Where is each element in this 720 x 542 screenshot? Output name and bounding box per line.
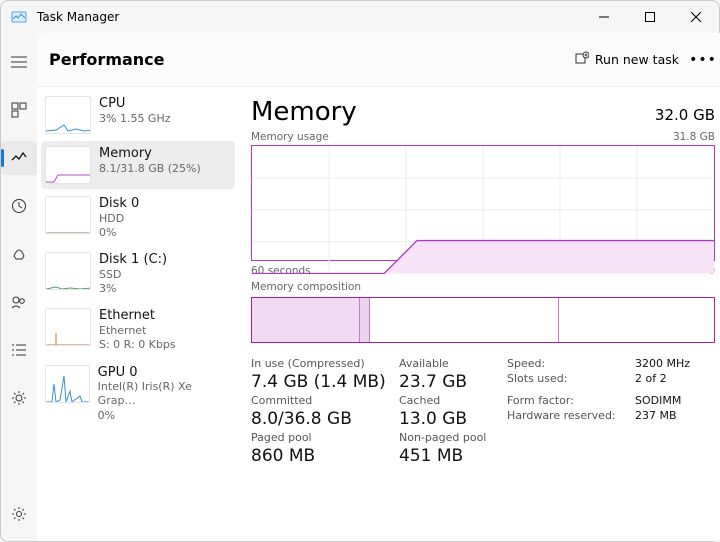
available-label: Available: [399, 357, 499, 370]
speed-label: Speed:: [507, 357, 627, 370]
memory-stats: In use (Compressed) Available Speed: 320…: [251, 357, 715, 466]
cached-value: 13.0 GB: [399, 409, 499, 429]
perf-item-name: Memory: [99, 146, 201, 162]
perf-item-memory[interactable]: Memory8.1/31.8 GB (25%): [41, 141, 235, 189]
run-new-task-button[interactable]: Run new task: [567, 47, 687, 72]
composition-label: Memory composition: [251, 281, 361, 293]
run-new-task-label: Run new task: [595, 52, 679, 67]
perf-item-name: GPU 0: [98, 365, 229, 381]
perf-item-sub2: 0%: [98, 409, 229, 423]
performance-list: CPU3% 1.55 GHz Memory8.1/31.8 GB (25%) D…: [37, 87, 237, 541]
nav-app-history[interactable]: [1, 189, 37, 223]
perf-item-sub: Intel(R) Iris(R) Xe Grap…: [98, 380, 229, 409]
committed-label: Committed: [251, 394, 391, 407]
usage-max-label: 31.8 GB: [673, 131, 715, 143]
comp-modified: [360, 298, 370, 342]
perf-item-sub: 8.1/31.8 GB (25%): [99, 162, 201, 176]
perf-item-sub: HDD: [99, 212, 139, 226]
in-use-label: In use (Compressed): [251, 357, 391, 370]
perf-item-sub2: S: 0 R: 0 Kbps: [99, 338, 176, 352]
disk-thumb: [45, 196, 91, 234]
nav-rail: [1, 33, 37, 541]
hw-reserved-value: 237 MB: [635, 409, 715, 429]
titlebar: Task Manager: [1, 1, 719, 33]
nav-menu-button[interactable]: [1, 45, 37, 79]
app-icon: [11, 9, 27, 25]
nav-processes[interactable]: [1, 93, 37, 127]
comp-free: [559, 298, 714, 342]
cpu-thumb: [45, 96, 91, 134]
perf-item-gpu0[interactable]: GPU 0Intel(R) Iris(R) Xe Grap…0%: [41, 360, 235, 428]
more-options-button[interactable]: •••: [687, 48, 719, 72]
nav-startup-apps[interactable]: [1, 237, 37, 271]
slots-value: 2 of 2: [635, 372, 715, 392]
perf-item-name: CPU: [99, 96, 171, 112]
speed-value: 3200 MHz: [635, 357, 715, 370]
detail-title: Memory: [251, 97, 357, 127]
minimize-button[interactable]: [581, 1, 627, 33]
hw-reserved-label: Hardware reserved:: [507, 409, 627, 429]
run-new-task-icon: [575, 51, 589, 68]
perf-item-ethernet[interactable]: EthernetEthernetS: 0 R: 0 Kbps: [41, 303, 235, 357]
perf-item-name: Disk 0: [99, 196, 139, 212]
available-value: 23.7 GB: [399, 372, 499, 392]
perf-item-sub: SSD: [99, 268, 167, 282]
comp-standby: [370, 298, 559, 342]
maximize-button[interactable]: [627, 1, 673, 33]
committed-value: 8.0/36.8 GB: [251, 409, 391, 429]
paged-label: Paged pool: [251, 431, 391, 444]
form-label: Form factor:: [507, 394, 627, 407]
memory-composition-chart: [251, 297, 715, 343]
detail-total: 32.0 GB: [655, 106, 715, 124]
memory-usage-chart: [251, 145, 715, 261]
in-use-value: 7.4 GB (1.4 MB): [251, 372, 391, 392]
perf-item-sub2: 3%: [99, 282, 167, 296]
nav-details[interactable]: [1, 333, 37, 367]
nav-settings[interactable]: [1, 497, 37, 531]
page-title: Performance: [49, 50, 165, 69]
perf-item-sub: 3% 1.55 GHz: [99, 112, 171, 126]
nav-users[interactable]: [1, 285, 37, 319]
perf-item-disk1[interactable]: Disk 1 (C:)SSD3%: [41, 247, 235, 301]
perf-item-cpu[interactable]: CPU3% 1.55 GHz: [41, 91, 235, 139]
perf-item-name: Disk 1 (C:): [99, 252, 167, 268]
paged-value: 860 MB: [251, 446, 391, 466]
nonpaged-value: 451 MB: [399, 446, 499, 466]
close-button[interactable]: [673, 1, 719, 33]
perf-item-sub2: 0%: [99, 226, 139, 240]
comp-in-use: [252, 298, 360, 342]
memory-detail-pane: Memory 32.0 GB Memory usage 31.8 GB: [237, 87, 720, 541]
nav-performance[interactable]: [1, 141, 37, 175]
page-header: Performance Run new task •••: [37, 33, 720, 86]
nonpaged-label: Non-paged pool: [399, 431, 499, 444]
perf-item-name: Ethernet: [99, 308, 176, 324]
gpu-thumb: [45, 365, 90, 403]
nav-services[interactable]: [1, 381, 37, 415]
memory-thumb: [45, 146, 91, 184]
usage-label: Memory usage: [251, 131, 329, 143]
window-title: Task Manager: [37, 10, 119, 24]
ethernet-thumb: [45, 308, 91, 346]
perf-item-sub: Ethernet: [99, 324, 176, 338]
disk-thumb: [45, 252, 91, 290]
form-value: SODIMM: [635, 394, 715, 407]
perf-item-disk0[interactable]: Disk 0HDD0%: [41, 191, 235, 245]
cached-label: Cached: [399, 394, 499, 407]
slots-label: Slots used:: [507, 372, 627, 392]
